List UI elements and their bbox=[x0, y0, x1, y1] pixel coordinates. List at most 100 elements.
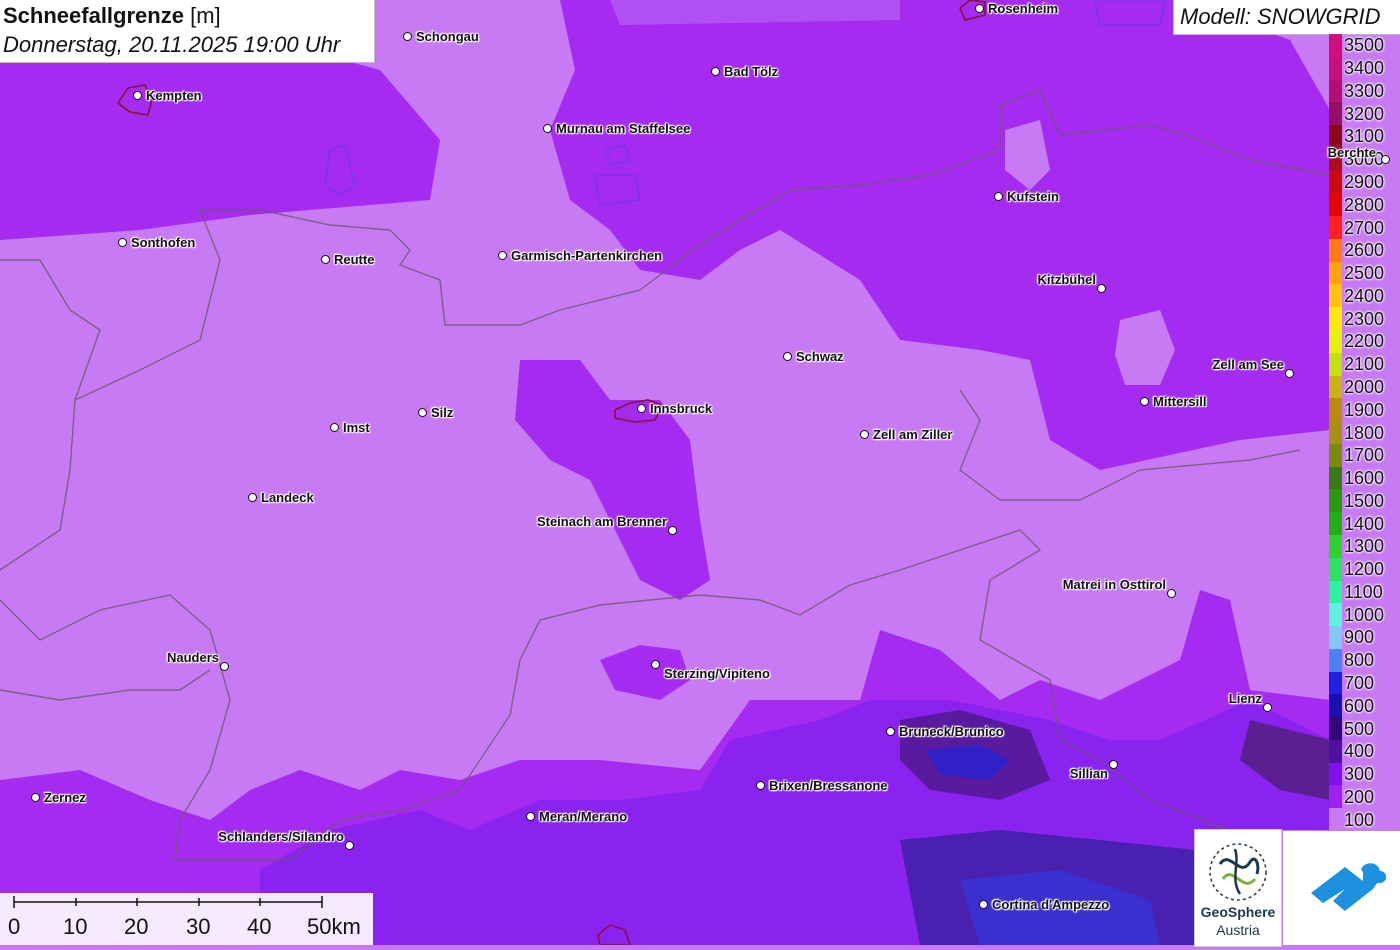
geosphere-logo[interactable]: GeoSphere Austria bbox=[1194, 829, 1282, 947]
city-marker bbox=[345, 841, 354, 850]
city-label: Sillian bbox=[1069, 766, 1108, 781]
geosphere-country: Austria bbox=[1216, 922, 1260, 938]
legend-label: 1300 bbox=[1344, 536, 1385, 557]
city-marker bbox=[651, 660, 660, 669]
legend-label: 2700 bbox=[1344, 217, 1385, 238]
city-marker bbox=[1167, 589, 1176, 598]
legend-label: 1200 bbox=[1344, 559, 1385, 580]
legend-label: 1800 bbox=[1344, 422, 1385, 443]
legend-swatch bbox=[1329, 261, 1342, 285]
scale-label-30: 30 bbox=[186, 914, 211, 939]
legend-label: 700 bbox=[1344, 672, 1375, 693]
legend-label: 1100 bbox=[1344, 581, 1383, 602]
legend-swatch bbox=[1329, 626, 1342, 650]
city-label: Mittersill bbox=[1153, 394, 1207, 409]
city-label: Meran/Merano bbox=[539, 809, 628, 824]
city-marker bbox=[1109, 760, 1118, 769]
legend-swatch bbox=[1329, 56, 1342, 81]
city-label: Berchte bbox=[1327, 145, 1376, 160]
city-marker bbox=[321, 255, 330, 264]
city-marker bbox=[756, 781, 765, 790]
legend-swatch bbox=[1329, 694, 1342, 718]
city-label: Murnau am Staffelsee bbox=[556, 121, 691, 136]
city-marker bbox=[248, 493, 257, 502]
legend-swatch bbox=[1329, 330, 1342, 354]
city-label: Bad Tölz bbox=[724, 64, 779, 79]
legend-label: 600 bbox=[1344, 695, 1375, 716]
legend-label: 2500 bbox=[1344, 263, 1385, 284]
city-marker bbox=[1263, 703, 1272, 712]
city-label: Nauders bbox=[166, 650, 219, 665]
legend-label: 1600 bbox=[1344, 468, 1385, 489]
legend-label: 400 bbox=[1344, 741, 1375, 762]
legend-swatch bbox=[1329, 79, 1342, 103]
legend-swatch bbox=[1329, 534, 1342, 559]
model-name: Modell: SNOWGRID bbox=[1180, 4, 1381, 29]
legend-swatch bbox=[1329, 762, 1342, 786]
city-label: Matrei in Osttirol bbox=[1062, 577, 1166, 592]
legend-swatch bbox=[1329, 717, 1342, 741]
legend-label: 2600 bbox=[1344, 240, 1385, 261]
legend-label: 2400 bbox=[1344, 285, 1385, 306]
legend-label: 1400 bbox=[1344, 513, 1385, 534]
city-marker bbox=[637, 404, 646, 413]
legend-label: 3300 bbox=[1344, 80, 1385, 101]
city-marker bbox=[975, 4, 984, 13]
legend-label: 2900 bbox=[1344, 172, 1385, 192]
map-title: Schneefallgrenze [m] bbox=[3, 3, 221, 28]
city-marker bbox=[711, 67, 720, 76]
city-label: Kufstein bbox=[1007, 189, 1059, 204]
city-marker bbox=[1381, 155, 1390, 164]
city-marker bbox=[31, 793, 40, 802]
legend-label: 1900 bbox=[1344, 399, 1385, 420]
legend-swatch bbox=[1329, 671, 1342, 695]
city-marker bbox=[783, 352, 792, 361]
legend-swatch bbox=[1329, 238, 1342, 263]
city-label: Schongau bbox=[416, 29, 479, 44]
city-label: Sonthofen bbox=[131, 235, 196, 250]
city-label: Zell am See bbox=[1212, 357, 1284, 372]
city-label: Innsbruck bbox=[650, 401, 713, 416]
app-logo[interactable] bbox=[1283, 831, 1400, 945]
legend-swatch bbox=[1329, 193, 1342, 217]
legend-swatch bbox=[1329, 307, 1342, 331]
legend-swatch bbox=[1329, 170, 1342, 194]
city-label: Zernez bbox=[44, 790, 86, 805]
scale-label-10: 10 bbox=[63, 914, 88, 939]
legend-label: 3400 bbox=[1344, 58, 1385, 79]
city-label: Imst bbox=[343, 420, 370, 435]
city-marker bbox=[118, 238, 127, 247]
legend-swatch bbox=[1329, 284, 1342, 308]
city-label: Steinach am Brenner bbox=[536, 514, 667, 529]
legend-label: 2000 bbox=[1344, 376, 1385, 397]
city-label: Reutte bbox=[334, 252, 375, 267]
legend-label: 300 bbox=[1344, 764, 1375, 785]
legend-label: 2200 bbox=[1344, 331, 1385, 352]
legend-swatch bbox=[1329, 34, 1342, 58]
city-marker bbox=[1140, 397, 1149, 406]
city-label: Lienz bbox=[1228, 691, 1262, 706]
city-label: Sterzing/Vipiteno bbox=[664, 666, 770, 681]
city-label: Brixen/Bressanone bbox=[769, 778, 888, 793]
city-label: Schwaz bbox=[796, 349, 844, 364]
scale-label-20: 20 bbox=[124, 914, 149, 939]
legend-label: 800 bbox=[1344, 650, 1375, 671]
map-title-box: Schneefallgrenze [m] Donnerstag, 20.11.2… bbox=[0, 0, 375, 63]
city-marker bbox=[886, 727, 895, 736]
legend-swatch bbox=[1329, 421, 1342, 445]
city-marker bbox=[403, 32, 412, 41]
legend-label: 2800 bbox=[1344, 194, 1385, 215]
city-label: Schlanders/Silandro bbox=[218, 829, 344, 844]
legend-swatch bbox=[1329, 512, 1342, 536]
city-marker bbox=[526, 812, 535, 821]
city-label: Cortina d'Ampezzo bbox=[992, 897, 1110, 912]
scale-bar: 0 10 20 30 40 50km bbox=[0, 893, 373, 945]
legend-swatch bbox=[1329, 580, 1342, 604]
city-marker bbox=[860, 430, 869, 439]
legend-swatch bbox=[1329, 648, 1342, 673]
legend-label: 3100 bbox=[1344, 126, 1385, 147]
legend-swatch bbox=[1329, 375, 1342, 399]
legend-label: 500 bbox=[1344, 718, 1375, 739]
legend-swatch bbox=[1329, 352, 1342, 377]
legend-swatch bbox=[1329, 443, 1342, 468]
